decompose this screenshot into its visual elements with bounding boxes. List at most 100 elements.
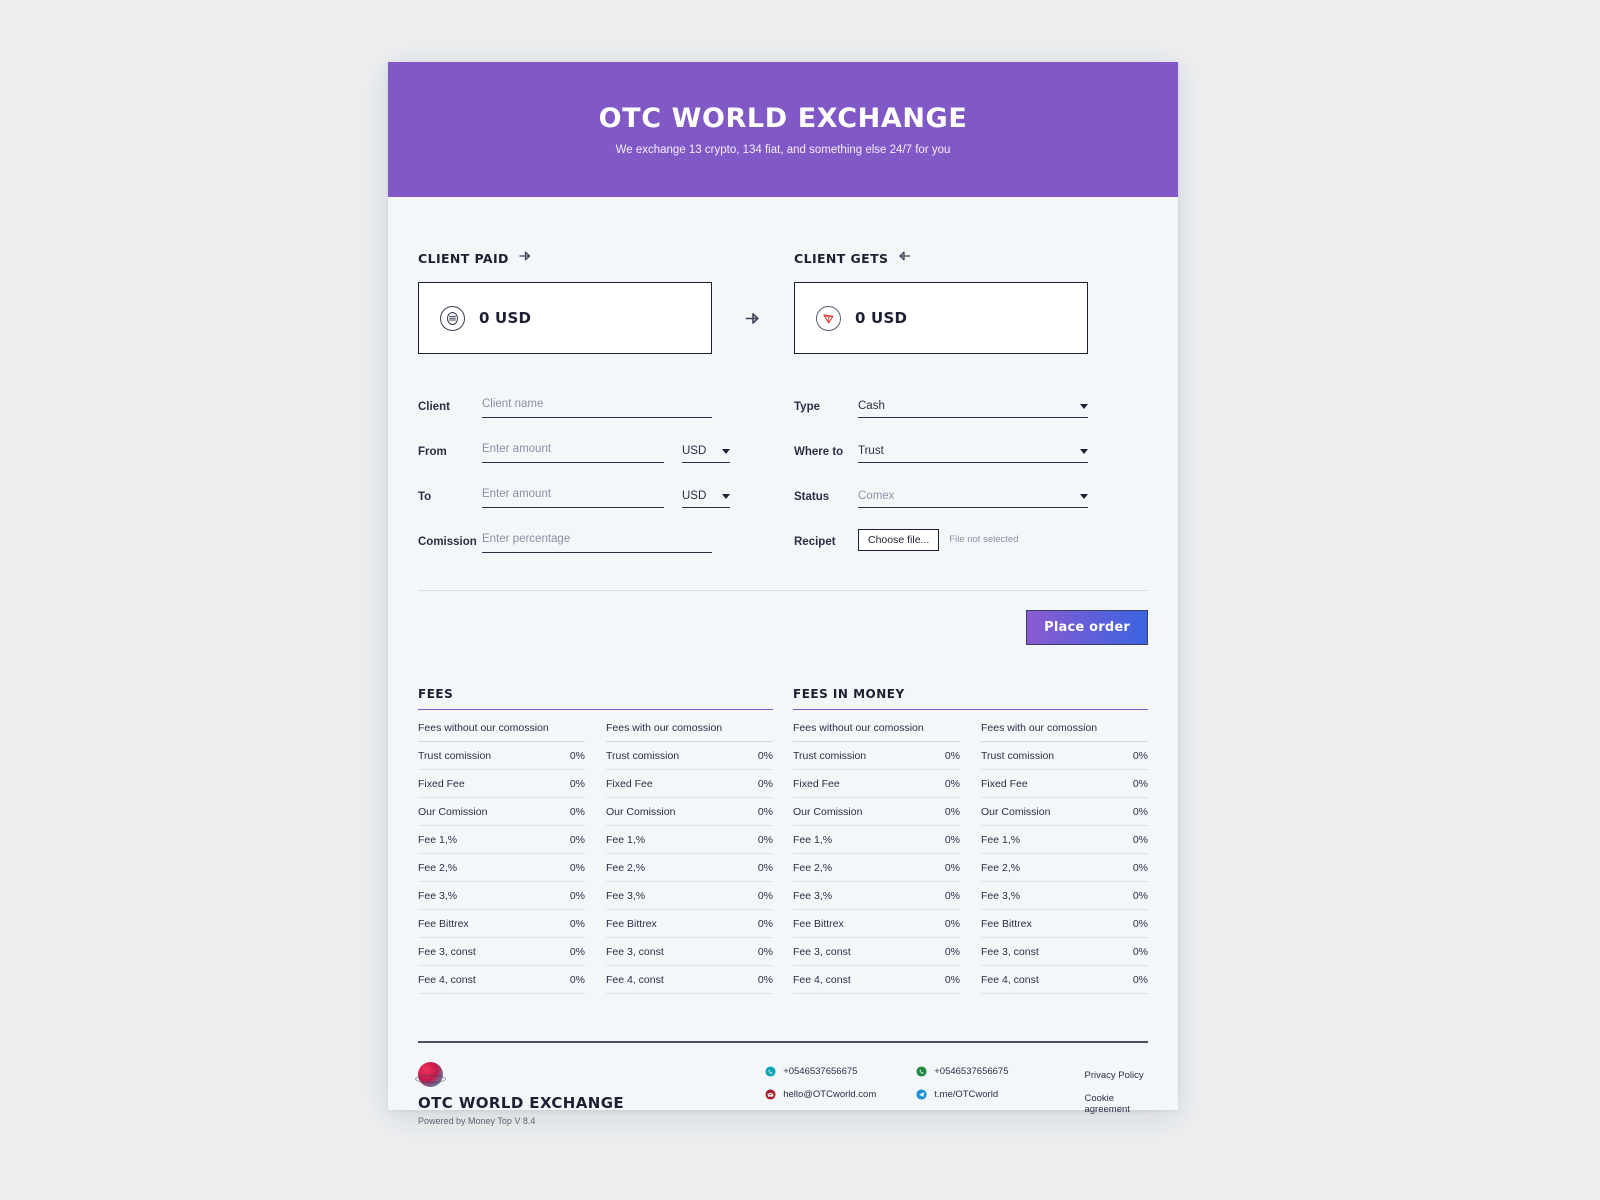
fee-name: Trust comission <box>418 750 492 762</box>
privacy-policy-link[interactable]: Privacy Policy <box>1084 1070 1148 1081</box>
table-row: Our Comission 0% <box>418 798 585 826</box>
arrow-right-icon <box>745 312 759 324</box>
table-row: Fixed Fee 0% <box>981 770 1148 798</box>
contacts-column-2: +0546537656675 t.me/OTCworld <box>916 1066 1008 1126</box>
order-form-right: Type Cash Where to Trust Status Comex Re… <box>794 384 1088 564</box>
fees-columns: Fees without our comossion Trust comissi… <box>418 722 773 994</box>
fee-rows: Trust comission 0% Fixed Fee 0% Our Comiss… <box>981 742 1148 994</box>
client-gets-panel: CLIENT GETS 0 USD <box>794 249 1088 354</box>
choose-file-button[interactable]: Choose file... <box>858 528 940 551</box>
comission-input[interactable]: Enter percentage <box>482 529 712 553</box>
fee-value: 0% <box>757 750 773 762</box>
client-gets-amount: 0 USD <box>855 309 908 327</box>
exchange-widget: CLIENT PAID 0 USD CLIENT GETS 0 USD <box>418 249 1148 354</box>
recipet-file-row: Choose file... File not selected <box>858 528 1018 554</box>
place-order-button[interactable]: Place order <box>1026 610 1148 645</box>
fee-value: 0% <box>757 806 773 818</box>
swap-direction-button[interactable] <box>712 249 794 354</box>
globe-logo-icon <box>415 1062 446 1087</box>
fees-area: FEES Fees without our comossion Trust co… <box>418 687 1148 994</box>
fees-money-column-with: Fees with our comossion Trust comission 0… <box>981 722 1148 994</box>
fee-value: 0% <box>569 750 585 762</box>
fee-name: Fee Bittrex <box>418 918 469 930</box>
fee-value: 0% <box>1132 834 1148 846</box>
type-select[interactable]: Cash <box>858 400 1088 418</box>
from-amount-input[interactable]: Enter amount <box>482 439 664 463</box>
type-value: Cash <box>858 400 885 412</box>
table-row: Fee 2,% 0% <box>606 854 773 882</box>
page-subtitle: We exchange 13 crypto, 134 fiat, and som… <box>615 144 951 156</box>
client-gets-amount-box[interactable]: 0 USD <box>794 282 1088 354</box>
contact-whatsapp[interactable]: +0546537656675 <box>916 1066 1008 1077</box>
table-row: Fixed Fee 0% <box>793 770 960 798</box>
contact-phone[interactable]: +0546537656675 <box>765 1066 876 1077</box>
fee-value: 0% <box>569 918 585 930</box>
footer-powered-by: Powered by Money Top V 8.4 <box>418 1116 536 1126</box>
field-comission: Comission Enter percentage <box>418 519 712 553</box>
fee-name: Our Comission <box>606 806 676 818</box>
fee-value: 0% <box>1132 862 1148 874</box>
table-row: Fee Bittrex 0% <box>418 910 585 938</box>
fees-in-money-section: FEES IN MONEY Fees without our comossion… <box>793 687 1148 994</box>
contact-email-text: hello@OTCworld.com <box>783 1089 877 1100</box>
fee-value: 0% <box>569 946 585 958</box>
fee-value: 0% <box>569 890 585 902</box>
fee-name: Fee 2,% <box>418 862 458 874</box>
fee-name: Fee 1,% <box>418 834 458 846</box>
where-to-select[interactable]: Trust <box>858 445 1088 463</box>
table-row: Trust comission 0% <box>606 742 773 770</box>
table-row: Trust comission 0% <box>418 742 585 770</box>
fee-value: 0% <box>757 974 773 986</box>
order-form: Client Client name From Enter amount USD <box>418 384 1148 564</box>
status-select[interactable]: Comex <box>858 490 1088 508</box>
table-row: Fee Bittrex 0% <box>606 910 773 938</box>
table-row: Fee 3, const 0% <box>418 938 585 966</box>
client-paid-amount-box[interactable]: 0 USD <box>418 282 712 354</box>
fees-column-without: Fees without our comossion Trust comissi… <box>418 722 585 994</box>
table-row: Fee 1,% 0% <box>418 826 585 854</box>
fee-name: Fixed Fee <box>981 778 1028 790</box>
table-row: Our Comission 0% <box>793 798 960 826</box>
fees-section: FEES Fees without our comossion Trust co… <box>418 687 773 994</box>
table-row: Fee 2,% 0% <box>981 854 1148 882</box>
table-row: Fee 3,% 0% <box>606 882 773 910</box>
table-row: Fixed Fee 0% <box>606 770 773 798</box>
fee-value: 0% <box>1132 778 1148 790</box>
fee-value: 0% <box>757 918 773 930</box>
telegram-icon <box>916 1089 927 1100</box>
to-amount-input[interactable]: Enter amount <box>482 484 664 508</box>
fees-column-header: Fees with our comossion <box>981 722 1148 742</box>
fee-rows: Trust comission 0% Fixed Fee 0% Our Comiss… <box>418 742 585 994</box>
whatsapp-icon <box>916 1066 927 1077</box>
table-row: Fee 3, const 0% <box>981 938 1148 966</box>
fee-name: Fixed Fee <box>606 778 653 790</box>
arrow-left-icon <box>897 249 912 268</box>
client-gets-label: CLIENT GETS <box>794 250 889 266</box>
comission-placeholder: Enter percentage <box>482 533 571 545</box>
fee-name: Fee Bittrex <box>606 918 657 930</box>
table-row: Fee 3, const 0% <box>606 938 773 966</box>
table-row: Fee 2,% 0% <box>793 854 960 882</box>
from-amount-placeholder: Enter amount <box>482 443 552 455</box>
field-where-to-label: Where to <box>794 446 844 458</box>
page-footer: OTC WORLD EXCHANGE Powered by Money Top … <box>388 1043 1178 1126</box>
table-row: Fee Bittrex 0% <box>981 910 1148 938</box>
client-gets-heading: CLIENT GETS <box>794 249 1088 267</box>
chevron-down-icon <box>1080 403 1088 409</box>
client-paid-heading: CLIENT PAID <box>418 249 712 267</box>
fee-name: Trust comission <box>606 750 680 762</box>
contact-telegram[interactable]: t.me/OTCworld <box>916 1089 1008 1100</box>
client-name-input[interactable]: Client name <box>482 394 712 418</box>
client-name-placeholder: Client name <box>482 398 544 410</box>
fee-value: 0% <box>944 974 960 986</box>
field-client-label: Client <box>418 401 450 413</box>
fee-name: Trust comission <box>981 750 1055 762</box>
from-currency-value: USD <box>682 445 707 457</box>
fee-value: 0% <box>944 806 960 818</box>
to-currency-value: USD <box>682 490 707 502</box>
tron-trx-icon <box>816 305 841 331</box>
cookie-agreement-link[interactable]: Cookie agreement <box>1084 1093 1148 1115</box>
contact-email[interactable]: hello@OTCworld.com <box>765 1089 876 1100</box>
fee-name: Fee 4, const <box>793 974 851 986</box>
fee-name: Fee 1,% <box>981 834 1021 846</box>
